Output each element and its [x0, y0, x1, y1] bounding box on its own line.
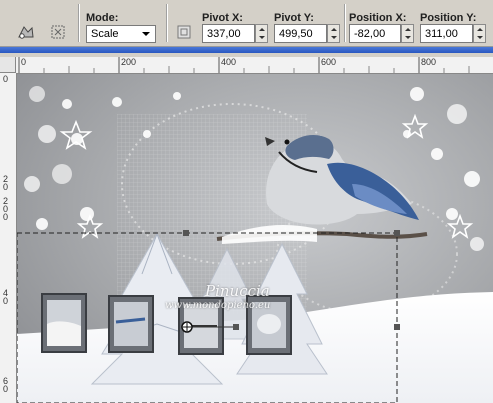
watermark-name: Pinuccia: [205, 282, 270, 300]
pivot-icon[interactable]: [172, 22, 196, 42]
ruler-label: 200: [121, 57, 137, 67]
pivot-handle-icon[interactable]: [181, 321, 193, 333]
framed-image-thumbnail: [41, 293, 87, 353]
ruler-label: 600: [321, 57, 337, 67]
mode-dropdown[interactable]: Scale: [86, 25, 156, 43]
position-x-spinner[interactable]: [401, 24, 414, 43]
mode-value: Scale: [91, 28, 119, 40]
ruler-label: 0: [3, 74, 9, 84]
position-x-label: Position X:: [349, 12, 407, 24]
vertical-ruler[interactable]: 0 2 0 2 0 0 4 0 6 0: [0, 73, 17, 403]
position-x-field[interactable]: -82,00: [349, 24, 401, 43]
pivot-x-field[interactable]: 337,00: [202, 24, 255, 43]
mode-label: Mode:: [86, 12, 119, 24]
ruler-label: 800: [421, 57, 437, 67]
ruler-label: 2 0 0: [3, 196, 9, 222]
reset-icon[interactable]: [46, 22, 70, 42]
ruler-label: 6 0: [3, 376, 9, 394]
ruler-label: 0: [21, 57, 27, 67]
position-y-label: Position Y:: [420, 12, 477, 24]
presets-icon[interactable]: [14, 22, 38, 42]
toolbar-separator: [344, 4, 345, 42]
position-y-field[interactable]: 311,00: [420, 24, 473, 43]
position-y-spinner[interactable]: [473, 24, 486, 43]
ruler-label: 2 0: [3, 174, 9, 192]
ruler-corner: [0, 57, 16, 73]
document-title-bar: [0, 47, 493, 53]
pivot-x-spinner[interactable]: [255, 24, 268, 43]
watermark-url: www.mondopieno.eu: [165, 300, 271, 311]
ruler-label: 4 0: [3, 288, 9, 306]
pivot-y-spinner[interactable]: [327, 24, 340, 43]
chevron-down-icon: [142, 32, 150, 36]
pivot-y-label: Pivot Y:: [274, 12, 314, 24]
ruler-label: 400: [221, 57, 237, 67]
pivot-x-label: Pivot X:: [202, 12, 243, 24]
toolbar-separator: [166, 4, 167, 42]
framed-image-thumbnail: [108, 295, 154, 353]
horizontal-ruler[interactable]: 0 200 400 600 800: [16, 57, 493, 74]
image-canvas[interactable]: Pinuccia www.mondopieno.eu: [17, 74, 493, 403]
toolbar-separator: [78, 4, 79, 42]
tool-options-toolbar: Mode: Scale Pivot X: 337,00 Pivot Y: 499…: [0, 0, 493, 47]
pivot-y-field[interactable]: 499,50: [274, 24, 327, 43]
